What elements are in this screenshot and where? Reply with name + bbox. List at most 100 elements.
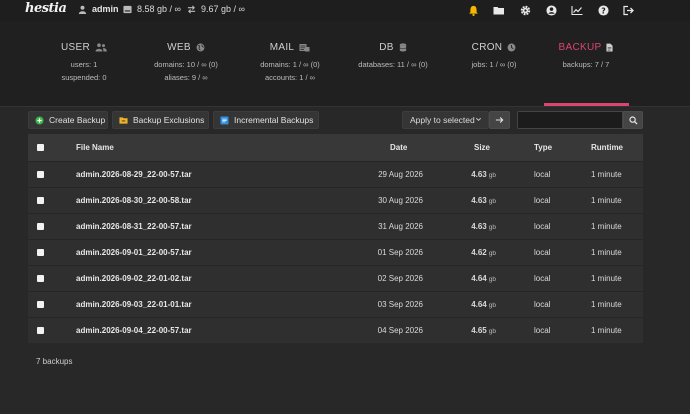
backup-type: local	[534, 274, 551, 283]
stats-panel: USER users: 1 suspended: 0 WEB domains: …	[0, 21, 690, 107]
folder-minus-icon	[119, 116, 128, 124]
backup-exclusions-button[interactable]: Backup Exclusions	[112, 111, 209, 129]
logout-icon	[623, 5, 634, 15]
backup-date: 03 Sep 2026	[377, 300, 423, 309]
stat-web[interactable]: WEB domains: 10 / ∞ (0) aliases: 9 / ∞	[136, 42, 236, 82]
notifications-button[interactable]	[466, 3, 480, 17]
help-button[interactable]: ?	[596, 3, 610, 17]
row-checkbox[interactable]	[37, 171, 44, 178]
backup-runtime: 1 minute	[591, 248, 622, 257]
backup-size: 4.65 gb	[458, 326, 496, 335]
header-date[interactable]: Date	[390, 143, 407, 152]
header-file-name[interactable]: File Name	[76, 143, 114, 152]
stat-cron[interactable]: CRON jobs: 1 / ∞ (0)	[454, 42, 534, 69]
backup-size: 4.64 gb	[458, 274, 496, 283]
backup-date: 29 Aug 2026	[378, 170, 423, 179]
backup-date: 04 Sep 2026	[377, 326, 423, 335]
table-row[interactable]: admin.2026-08-30_22-00-58.tar 30 Aug 202…	[28, 187, 643, 213]
current-user[interactable]: admin	[78, 4, 119, 14]
backup-file-name[interactable]: admin.2026-08-30_22-00-58.tar	[76, 196, 192, 205]
stat-user[interactable]: USER users: 1 suspended: 0	[44, 42, 124, 82]
backup-size-value: 4.64	[471, 274, 487, 283]
divider	[0, 106, 690, 107]
statistics-button[interactable]	[570, 3, 584, 17]
apply-bulk-action-button[interactable]	[489, 111, 510, 129]
header-size[interactable]: Size	[474, 143, 490, 152]
row-checkbox[interactable]	[37, 301, 44, 308]
search-icon	[628, 115, 638, 125]
user-icon	[78, 5, 87, 14]
backup-file-name[interactable]: admin.2026-09-04_22-00-57.tar	[76, 326, 192, 335]
backup-runtime: 1 minute	[591, 274, 622, 283]
file-manager-button[interactable]	[492, 3, 506, 17]
table-row[interactable]: admin.2026-08-29_22-00-57.tar 29 Aug 202…	[28, 161, 643, 187]
search-input[interactable]	[517, 111, 623, 129]
stat-user-title: USER	[61, 42, 90, 53]
stat-web-title: WEB	[167, 42, 191, 53]
exchange-icon	[187, 5, 196, 13]
table-row[interactable]: admin.2026-08-31_22-00-57.tar 31 Aug 202…	[28, 213, 643, 239]
backup-runtime: 1 minute	[591, 326, 622, 335]
plus-circle-icon	[35, 115, 44, 125]
user-circle-icon	[545, 4, 557, 16]
bandwidth-usage: 9.67 gb / ∞	[187, 4, 245, 14]
backup-file-name[interactable]: admin.2026-09-02_22-01-02.tar	[76, 274, 192, 283]
disk-usage-text: 8.58 gb / ∞	[137, 4, 181, 14]
globe-icon	[196, 43, 205, 52]
backup-file-name[interactable]: admin.2026-09-03_22-01-01.tar	[76, 300, 192, 309]
table-row[interactable]: admin.2026-09-04_22-00-57.tar 04 Sep 202…	[28, 317, 643, 343]
row-checkbox[interactable]	[37, 197, 44, 204]
header-runtime[interactable]: Runtime	[591, 143, 623, 152]
backup-type: local	[534, 196, 551, 205]
stat-cron-title: CRON	[471, 42, 503, 53]
select-all-checkbox[interactable]	[37, 144, 44, 151]
table-row[interactable]: admin.2026-09-01_22-00-57.tar 01 Sep 202…	[28, 239, 643, 265]
disk-usage: 8.58 gb / ∞	[123, 4, 181, 14]
table-row[interactable]: admin.2026-09-02_22-01-02.tar 02 Sep 202…	[28, 265, 643, 291]
backup-type: local	[534, 170, 551, 179]
backup-file-name[interactable]: admin.2026-09-01_22-00-57.tar	[76, 248, 192, 257]
row-checkbox[interactable]	[37, 249, 44, 256]
stat-db-title: DB	[379, 42, 394, 53]
backup-type: local	[534, 300, 551, 309]
row-checkbox[interactable]	[37, 223, 44, 230]
backup-size: 4.64 gb	[458, 300, 496, 309]
backup-size-value: 4.62	[471, 248, 487, 257]
backup-date: 02 Sep 2026	[377, 274, 423, 283]
backup-type: local	[534, 248, 551, 257]
stat-db[interactable]: DB databases: 11 / ∞ (0)	[343, 42, 443, 69]
backup-size-value: 4.63	[471, 222, 487, 231]
users-icon	[95, 43, 107, 52]
stat-backup[interactable]: BACKUP backups: 7 / 7	[546, 42, 626, 69]
backup-file-name[interactable]: admin.2026-08-29_22-00-57.tar	[76, 170, 192, 179]
header-type[interactable]: Type	[534, 143, 552, 152]
backup-size: 4.63 gb	[458, 170, 496, 179]
stat-user-line-1: users: 1	[70, 60, 98, 69]
backup-size: 4.63 gb	[458, 196, 496, 205]
row-checkbox[interactable]	[37, 327, 44, 334]
backup-size-value: 4.63	[471, 170, 487, 179]
stat-web-line-2: aliases: 9 / ∞	[164, 73, 208, 82]
backup-size-unit: gb	[488, 250, 496, 257]
chevron-down-icon	[475, 117, 482, 122]
table-row[interactable]: admin.2026-09-03_22-01-01.tar 03 Sep 202…	[28, 291, 643, 317]
backup-file-name[interactable]: admin.2026-08-31_22-00-57.tar	[76, 222, 192, 231]
stat-mail-title: MAIL	[269, 42, 295, 53]
create-backup-button[interactable]: Create Backup	[28, 111, 108, 129]
hestia-logo[interactable]: hestia	[25, 1, 67, 16]
backup-type: local	[534, 326, 551, 335]
stat-mail-line-2: accounts: 1 / ∞	[265, 73, 315, 82]
row-checkbox[interactable]	[37, 275, 44, 282]
stat-mail[interactable]: MAIL domains: 1 / ∞ (0) accounts: 1 / ∞	[240, 42, 340, 82]
logout-button[interactable]	[622, 3, 636, 17]
search-button[interactable]	[623, 111, 643, 129]
svg-text:?: ?	[601, 6, 605, 15]
stat-user-line-2: suspended: 0	[61, 73, 107, 82]
user-account-button[interactable]	[544, 3, 558, 17]
stat-backup-line-1: backups: 7 / 7	[562, 60, 610, 69]
backup-size: 4.62 gb	[458, 248, 496, 257]
server-settings-button[interactable]	[518, 3, 532, 17]
backup-date: 31 Aug 2026	[378, 222, 423, 231]
incremental-backups-button[interactable]: Incremental Backups	[213, 111, 319, 129]
bulk-action-select[interactable]: Apply to selected	[402, 111, 489, 129]
